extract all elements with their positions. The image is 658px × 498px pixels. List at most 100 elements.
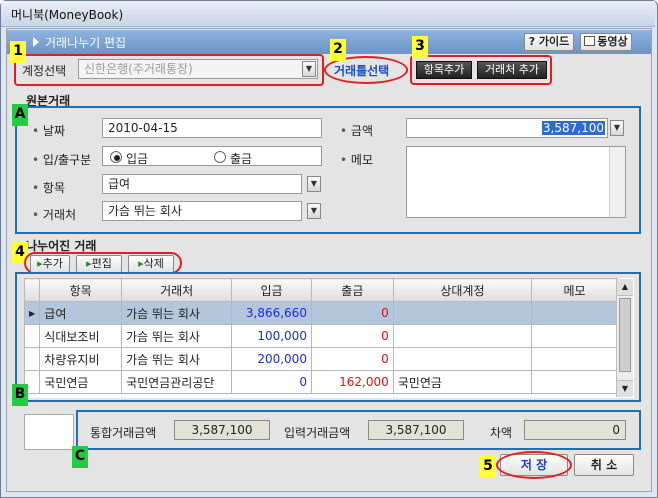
cell-vendor: 가슴 뛰는 회사: [121, 324, 233, 348]
dialog-title: 거래나누기 편집: [45, 36, 127, 50]
tag-A: A: [12, 104, 28, 126]
tag-C: C: [72, 446, 88, 468]
radio-out-icon[interactable]: [214, 151, 226, 163]
cell-memo: [531, 301, 618, 325]
add-vendor-button[interactable]: 거래처 추가: [477, 61, 547, 79]
date-input[interactable]: 2010-04-15: [102, 118, 322, 138]
total-value: 3,587,100: [174, 420, 270, 440]
diff-label: 차액: [490, 426, 513, 440]
chevron-down-icon[interactable]: ▼: [302, 61, 316, 77]
guide-button[interactable]: ? 가이드: [524, 33, 574, 51]
tag-1: 1: [10, 41, 26, 63]
split-delete-label: 삭제: [143, 257, 164, 270]
cell-item: 급여: [39, 301, 123, 325]
cell-in: 3,866,660: [231, 301, 312, 325]
col-out[interactable]: 출금: [310, 278, 394, 302]
amount-label: 금액: [340, 122, 373, 139]
split-add-button[interactable]: ▸추가: [30, 255, 70, 273]
tag-3: 3: [412, 36, 428, 58]
tag-B: B: [12, 384, 28, 406]
header-arrow-icon: [33, 37, 39, 47]
cell-out: 0: [310, 301, 394, 325]
table-row[interactable]: 식대보조비 가슴 뛰는 회사 100,000 0: [24, 324, 618, 348]
amount-input[interactable]: 3,587,100: [406, 118, 608, 138]
split-add-label: 추가: [42, 257, 63, 270]
window-title: 머니북(MoneyBook): [11, 8, 124, 22]
scroll-down-icon[interactable]: ▼: [617, 380, 633, 397]
item-label: 항목: [32, 179, 65, 196]
row-pointer: [24, 324, 41, 348]
col-counter[interactable]: 상대계정: [392, 278, 533, 302]
cell-item: 국민연금: [39, 370, 123, 394]
grid-header-row: 항목 거래처 입금 출금 상대계정 메모: [24, 278, 618, 302]
cell-memo: [531, 324, 618, 348]
row-pointer-icon: ▶: [24, 301, 41, 325]
cell-vendor: 국민연금관리공단: [121, 370, 233, 394]
total-label: 통합거래금액: [90, 426, 157, 440]
input-amount-label: 입력거래금액: [284, 426, 351, 440]
inout-label: 입/출구분: [32, 151, 91, 168]
video-button[interactable]: 동영상: [580, 33, 632, 51]
cell-counter: 국민연금: [392, 370, 533, 394]
split-delete-button[interactable]: ▸삭제: [128, 255, 174, 273]
scroll-up-icon[interactable]: ▲: [617, 279, 633, 296]
radio-out-label: 출금: [230, 152, 253, 166]
cell-item: 차량유지비: [39, 347, 123, 371]
cell-counter: [392, 347, 533, 371]
cell-in: 0: [231, 370, 312, 394]
cell-item: 식대보조비: [39, 324, 123, 348]
table-row[interactable]: ▶ 급여 가슴 뛰는 회사 3,866,660 0: [24, 301, 618, 325]
window-titlebar: 머니북(MoneyBook): [1, 1, 655, 27]
summary-blank-panel: [24, 414, 74, 450]
account-select[interactable]: 신한은행(주거래통장): [78, 59, 318, 79]
col-in[interactable]: 입금: [231, 278, 312, 302]
memo-label: 메모: [340, 151, 373, 168]
cell-in: 200,000: [231, 347, 312, 371]
table-row[interactable]: 국민연금 국민연금관리공단 0 162,000 국민연금: [24, 370, 618, 394]
cell-in: 100,000: [231, 324, 312, 348]
cell-vendor: 가슴 뛰는 회사: [121, 347, 233, 371]
video-icon: [584, 36, 596, 46]
amount-chevron-icon[interactable]: ▼: [610, 120, 624, 136]
date-label: 날짜: [32, 122, 65, 139]
memo-scrollbar[interactable]: [609, 147, 625, 217]
memo-textarea[interactable]: [406, 146, 626, 218]
radio-in-label: 입금: [126, 152, 149, 166]
cell-memo: [531, 347, 618, 371]
col-item[interactable]: 항목: [39, 278, 123, 302]
save-highlight: [496, 451, 572, 479]
tag-5: 5: [480, 456, 496, 478]
cell-counter: [392, 324, 533, 348]
account-label: 계정선택: [22, 64, 67, 78]
cell-out: 0: [310, 324, 394, 348]
cell-counter: [392, 301, 533, 325]
vendor-input[interactable]: 가슴 뛰는 회사: [102, 201, 302, 221]
amount-value: 3,587,100: [541, 121, 605, 135]
cell-memo: [531, 370, 618, 394]
diff-value: 0: [524, 420, 626, 440]
col-memo[interactable]: 메모: [531, 278, 618, 302]
grid-scrollbar[interactable]: ▲ ▼: [616, 279, 633, 397]
input-amount-value: 3,587,100: [368, 420, 464, 440]
split-edit-label: 편집: [91, 257, 112, 270]
scroll-thumb[interactable]: [619, 298, 631, 372]
cancel-button[interactable]: 취 소: [574, 454, 634, 476]
row-pointer: [24, 347, 41, 371]
split-edit-button[interactable]: ▸편집: [76, 255, 122, 273]
vendor-chevron-icon[interactable]: ▼: [307, 203, 321, 219]
video-button-label: 동영상: [597, 35, 628, 48]
table-row[interactable]: 차량유지비 가슴 뛰는 회사 200,000 0: [24, 347, 618, 371]
template-select-button[interactable]: 거래틀선택: [334, 62, 389, 79]
split-grid[interactable]: 항목 거래처 입금 출금 상대계정 메모 ▶ 급여 가슴 뛰는 회사 3,866…: [24, 278, 634, 398]
grid-corner: [24, 278, 41, 302]
cell-vendor: 가슴 뛰는 회사: [121, 301, 233, 325]
vendor-label: 거래처: [32, 206, 76, 223]
col-vendor[interactable]: 거래처: [121, 278, 233, 302]
cell-out: 0: [310, 347, 394, 371]
add-item-button[interactable]: 항목추가: [416, 61, 472, 79]
cell-out: 162,000: [310, 370, 394, 394]
item-input[interactable]: 급여: [102, 174, 302, 194]
radio-in-icon[interactable]: [110, 151, 122, 163]
tag-2: 2: [330, 39, 346, 61]
item-chevron-icon[interactable]: ▼: [307, 176, 321, 192]
